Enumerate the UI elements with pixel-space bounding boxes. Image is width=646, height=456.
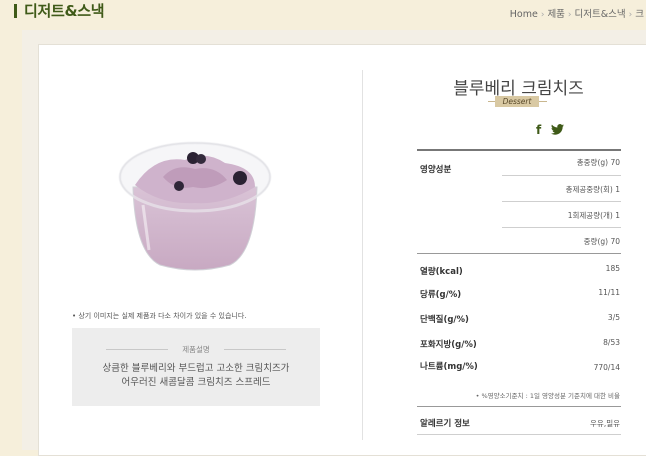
nutrient-value: 11/11 [598,288,620,297]
row-divider [502,227,621,228]
column-divider [362,70,363,440]
product-image [118,141,272,271]
breadcrumb-current[interactable]: 크 [635,9,644,20]
nutrient-value: 8/53 [603,338,620,347]
allergy-label: 알레르기 정보 [420,419,470,429]
category-tag: Dessert [495,96,539,107]
nutrient-label: 포화지방(g/%) [420,340,477,350]
chevron-right-icon: › [567,10,572,20]
nutrient-label: 나트륨(mg/%) [420,362,478,372]
image-disclaimer: • 상기 이미지는 실제 제품과 다소 차이가 있을 수 있습니다. [72,312,247,320]
breadcrumb: Home › 제품 › 디저트&스낵 › 크 [510,6,644,20]
tag-line [539,101,547,102]
nutrient-label: 당류(g/%) [420,290,462,300]
nutrition-section-label: 영양성분 [420,165,452,175]
nutrient-label: 단백질(g/%) [420,315,469,325]
section-divider [417,434,621,435]
twitter-icon[interactable] [547,124,565,137]
chevron-right-icon: › [628,10,633,20]
nutrient-value: 185 [605,264,620,273]
left-strip [0,30,22,440]
facebook-icon[interactable]: f [536,123,541,137]
allergy-value: 우유,밀유 [590,419,620,428]
breadcrumb-home[interactable]: Home [510,9,538,20]
serving-count: 총제공중량(회) 1 [565,185,620,194]
divider [224,349,286,350]
page-title: 디저트&스낵 [24,2,105,20]
nutrient-label: 열량(kcal) [420,267,463,277]
description-box: 제품설명 상큼한 블루베리와 부드럽고 고소한 크림치즈가 어우러진 새콤달콤 … [72,328,320,406]
section-divider [417,406,621,407]
nutrition-footnote: • %영양소기준치 : 1일 영양성분 기준치에 대한 비율 [475,392,620,400]
description-text: 상큼한 블루베리와 부드럽고 고소한 크림치즈가 어우러진 새콤달콤 크림치즈 … [72,362,320,390]
serving-weight: 중량(g) 70 [583,237,620,246]
row-divider [502,201,621,202]
serving-total-weight: 총중량(g) 70 [576,158,620,167]
title-accent-bar [14,4,17,18]
breadcrumb-products[interactable]: 제품 [547,9,564,20]
serving-size: 1회제공량(개) 1 [567,211,620,220]
nutrient-value: 3/5 [607,313,620,322]
chevron-right-icon: › [540,10,545,20]
nutrient-value: 770/14 [593,363,620,372]
description-line-2: 어우러진 새콤달콤 크림치즈 스프레드 [121,377,271,388]
breadcrumb-dessert[interactable]: 디저트&스낵 [575,9,626,20]
row-divider [502,175,621,176]
top-bar: 디저트&스낵 Home › 제품 › 디저트&스낵 › 크 [0,0,646,30]
description-line-1: 상큼한 블루베리와 부드럽고 고소한 크림치즈가 [102,363,290,374]
section-divider [417,253,621,254]
table-top-border [417,149,621,151]
social-links: f [536,123,565,137]
